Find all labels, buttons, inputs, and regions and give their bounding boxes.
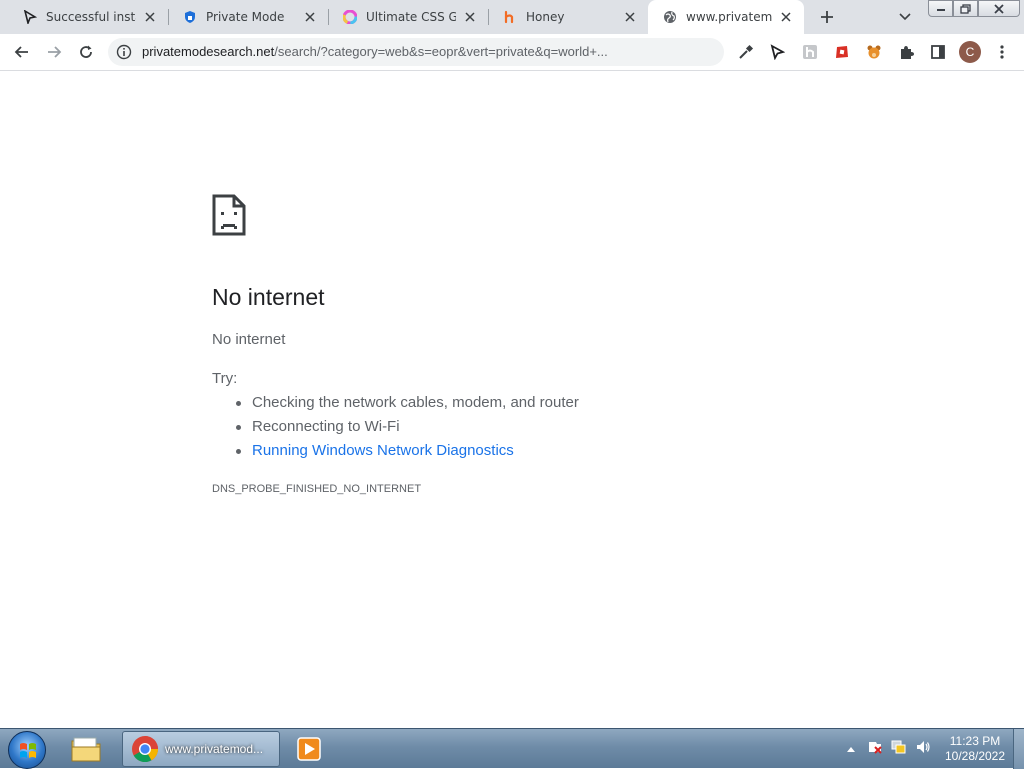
network-icon[interactable]: [891, 739, 907, 759]
reload-icon: [80, 45, 92, 58]
chevron-up-icon: [847, 747, 855, 752]
tab-title: Private Mode: [206, 10, 285, 24]
cursor-arrow-icon: [770, 44, 785, 60]
system-tray: [845, 729, 931, 769]
arrow-right-icon: [48, 46, 62, 58]
close-icon[interactable]: [142, 9, 158, 25]
reload-button[interactable]: [74, 40, 98, 64]
minimize-button[interactable]: [928, 0, 953, 17]
system-clock[interactable]: 11:23 PM 10/28/2022: [940, 734, 1010, 764]
tab-strip: Successful installa Private Mode Ultimat…: [0, 0, 1024, 34]
media-player-icon: [297, 737, 321, 761]
show-desktop-button[interactable]: [1013, 729, 1024, 769]
tab-ultimate-css-gradient[interactable]: Ultimate CSS Grad: [328, 0, 488, 34]
side-panel-button[interactable]: [926, 40, 950, 64]
close-icon: [994, 3, 1004, 14]
side-panel-icon: [931, 45, 945, 59]
tab-title: Honey: [526, 10, 565, 24]
taskbar-chrome[interactable]: www.privatemod...: [122, 731, 280, 767]
close-window-button[interactable]: [978, 0, 1020, 17]
back-button[interactable]: [10, 40, 34, 64]
tab-title: www.privatemode: [686, 10, 772, 24]
sad-page-icon: [212, 194, 246, 236]
profile-avatar[interactable]: C: [959, 41, 981, 63]
shield-lock-icon: [182, 9, 198, 25]
tab-private-mode[interactable]: Private Mode: [168, 0, 328, 34]
extension-bear[interactable]: [862, 40, 886, 64]
color-wheel-icon: [342, 9, 358, 25]
windows-taskbar: www.privatemod... 11:23 PM 10/28/2022: [0, 728, 1024, 769]
suggestion-item: Reconnecting to Wi-Fi: [236, 418, 579, 442]
close-icon[interactable]: [778, 9, 794, 25]
clock-date: 10/28/2022: [944, 749, 1006, 763]
error-code: DNS_PROBE_FINISHED_NO_INTERNET: [212, 483, 422, 495]
extension-eyedropper[interactable]: [734, 40, 758, 64]
info-icon[interactable]: [116, 44, 132, 60]
taskbar-chrome-label: www.privatemod...: [165, 742, 264, 756]
clock-time: 11:23 PM: [949, 734, 1001, 748]
bear-icon: [867, 45, 881, 59]
red-cube-icon: [836, 46, 848, 58]
extension-cursor[interactable]: [765, 40, 789, 64]
chevron-down-icon: [899, 13, 911, 21]
try-label: Try:: [212, 370, 238, 387]
suggestion-item: Checking the network cables, modem, and …: [236, 394, 579, 418]
close-icon[interactable]: [462, 9, 478, 25]
windows-logo-icon: [20, 743, 36, 758]
volume-icon[interactable]: [915, 739, 931, 759]
cursor-arrow-icon: [22, 9, 38, 25]
error-title: No internet: [212, 284, 325, 310]
extension-honey-gray[interactable]: [798, 40, 822, 64]
new-tab-button[interactable]: [815, 5, 839, 29]
close-icon[interactable]: [302, 9, 318, 25]
menu-button[interactable]: [990, 40, 1014, 64]
restore-button[interactable]: [953, 0, 978, 17]
taskbar-explorer[interactable]: [70, 731, 110, 767]
extension-red[interactable]: [830, 40, 854, 64]
puzzle-icon: [901, 46, 914, 59]
url-host: privatemodesearch.net: [142, 44, 275, 59]
action-center-icon[interactable]: [867, 739, 883, 759]
eyedropper-icon: [739, 44, 754, 59]
address-bar[interactable]: privatemodesearch.net/search/?category=w…: [108, 38, 724, 66]
extensions-button[interactable]: [894, 40, 918, 64]
tab-search-button[interactable]: [893, 5, 917, 29]
plus-icon: [821, 11, 833, 23]
show-hidden-icons[interactable]: [845, 746, 857, 752]
taskbar-media-player[interactable]: [296, 731, 328, 767]
tab-successful-install[interactable]: Successful installa: [8, 0, 168, 34]
kebab-menu-icon: [1000, 45, 1004, 59]
close-icon[interactable]: [622, 9, 638, 25]
restore-icon: [960, 3, 971, 14]
minimize-icon: [936, 8, 945, 11]
start-button[interactable]: [8, 731, 46, 769]
tab-honey[interactable]: Honey: [488, 0, 648, 34]
honey-h-icon: [803, 45, 817, 59]
arrow-left-icon: [14, 46, 28, 58]
url-path: /search/?category=web&s=eopr&vert=privat…: [274, 44, 608, 59]
chrome-icon: [132, 736, 159, 763]
globe-icon: [662, 9, 678, 25]
tab-title: Ultimate CSS Grad: [366, 10, 456, 24]
url-text[interactable]: privatemodesearch.net/search/?category=w…: [142, 44, 662, 59]
folder-icon: [71, 737, 101, 762]
forward-button[interactable]: [42, 40, 66, 64]
network-diagnostics-link[interactable]: Running Windows Network Diagnostics: [236, 442, 579, 466]
tab-privatemode-search[interactable]: www.privatemode: [648, 0, 804, 34]
suggestion-list: Checking the network cables, modem, and …: [236, 394, 579, 466]
honey-h-icon: [502, 9, 518, 25]
error-subtitle: No internet: [212, 331, 286, 348]
tab-title: Successful installa: [46, 10, 136, 24]
